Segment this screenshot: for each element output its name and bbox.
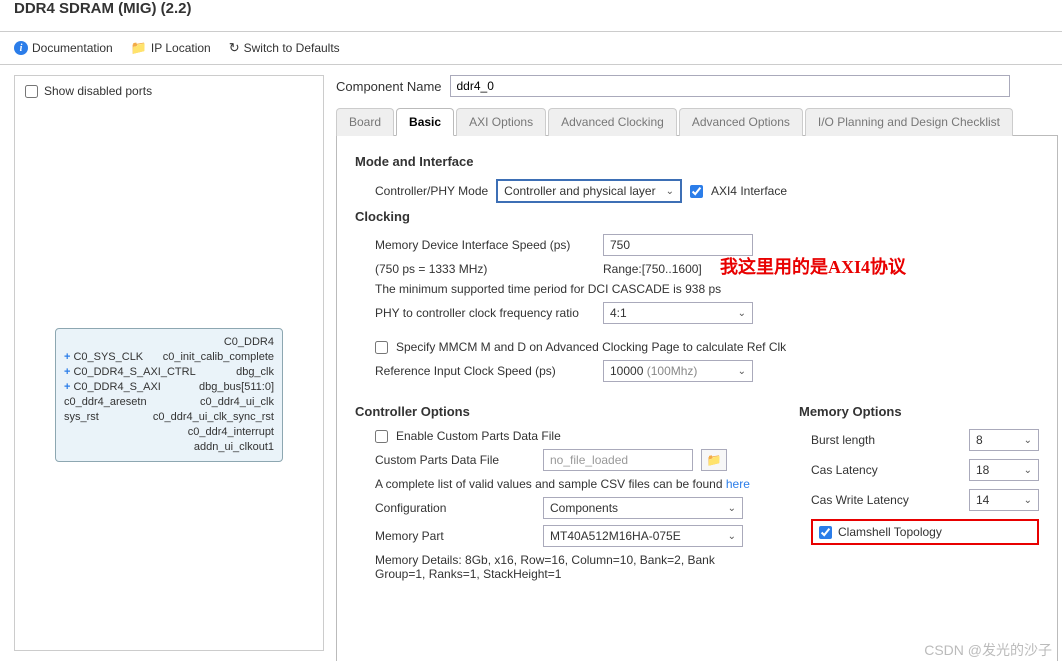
controller-mode-select[interactable]: Controller and physical layer ⌄	[496, 179, 682, 203]
burst-length-label: Burst length	[811, 433, 875, 447]
enable-custom-parts-checkbox[interactable]	[375, 430, 388, 443]
chevron-down-icon: ⌄	[738, 308, 746, 319]
phy-ratio-select[interactable]: 4:1 ⌄	[603, 302, 753, 324]
toolbar-label: Documentation	[32, 41, 113, 55]
port-label: C0_DDR4_S_AXI	[73, 380, 160, 395]
memory-part-select[interactable]: MT40A512M16HA-075E ⌄	[543, 525, 743, 547]
port-label: C0_DDR4_S_AXI_CTRL	[73, 365, 195, 380]
select-value: 4:1	[610, 306, 627, 320]
custom-parts-input[interactable]: no_file_loaded	[543, 449, 693, 471]
folder-icon: 📁	[131, 40, 147, 56]
folder-icon: 📁	[707, 453, 722, 467]
ref-clock-label: Reference Input Clock Speed (ps)	[375, 364, 595, 378]
chevron-down-icon: ⌄	[1024, 495, 1032, 506]
select-value: 8	[976, 433, 983, 447]
port-label: c0_ddr4_ui_clk_sync_rst	[153, 410, 274, 425]
min-period-hint: The minimum supported time period for DC…	[375, 282, 1039, 296]
range-hint: Range:[750..1600]	[603, 262, 702, 276]
documentation-button[interactable]: i Documentation	[14, 41, 113, 55]
ip-location-button[interactable]: 📁 IP Location	[131, 40, 211, 56]
cas-latency-select[interactable]: 18 ⌄	[969, 459, 1039, 481]
annotation-highlight-box: Clamshell Topology	[811, 519, 1039, 545]
phy-ratio-label: PHY to controller clock frequency ratio	[375, 306, 595, 320]
select-value: MT40A512M16HA-075E	[550, 529, 681, 543]
toolbar-label: IP Location	[151, 41, 211, 55]
tabbar: Board Basic AXI Options Advanced Clockin…	[336, 107, 1058, 136]
cas-write-label: Cas Write Latency	[811, 493, 909, 507]
burst-length-select[interactable]: 8 ⌄	[969, 429, 1039, 451]
csv-hint: A complete list of valid values and samp…	[375, 477, 773, 491]
checkbox-label: Show disabled ports	[44, 84, 152, 98]
annotation-text: 我这里用的是AXI4协议	[720, 253, 906, 279]
section-title: Controller Options	[355, 404, 773, 419]
mem-speed-label: Memory Device Interface Speed (ps)	[375, 238, 595, 252]
cas-write-select[interactable]: 14 ⌄	[969, 489, 1039, 511]
memory-details: Memory Details: 8Gb, x16, Row=16, Column…	[375, 553, 755, 581]
page-title: DDR4 SDRAM (MIG) (2.2)	[14, 0, 1052, 25]
tab-axi-options[interactable]: AXI Options	[456, 108, 546, 136]
port-label: c0_ddr4_ui_clk	[200, 395, 274, 410]
select-value: Controller and physical layer	[504, 184, 655, 198]
reload-icon: ↻	[229, 40, 240, 56]
port-label: c0_ddr4_interrupt	[188, 425, 274, 440]
show-disabled-ports-checkbox[interactable]	[25, 85, 38, 98]
basic-panel: Mode and Interface Controller/PHY Mode C…	[336, 136, 1058, 661]
port-label: C0_DDR4	[224, 335, 274, 350]
section-title: Memory Options	[799, 404, 1039, 419]
port-label: sys_rst	[64, 410, 99, 425]
component-name-label: Component Name	[336, 79, 442, 94]
axi4-interface-checkbox[interactable]	[690, 185, 703, 198]
tab-advanced-options[interactable]: Advanced Options	[679, 108, 803, 136]
section-title: Clocking	[355, 209, 1039, 224]
port-label: addn_ui_clkout1	[194, 440, 274, 455]
chevron-down-icon: ⌄	[1024, 465, 1032, 476]
custom-parts-label: Custom Parts Data File	[375, 453, 535, 467]
port-label: C0_SYS_CLK	[73, 350, 143, 365]
cas-latency-label: Cas Latency	[811, 463, 878, 477]
port-label: c0_ddr4_aresetn	[64, 395, 147, 410]
tab-io-planning[interactable]: I/O Planning and Design Checklist	[805, 108, 1013, 136]
chevron-down-icon: ⌄	[666, 186, 674, 197]
clamshell-topology-checkbox[interactable]	[819, 526, 832, 539]
freq-hint: (750 ps = 1333 MHz)	[375, 262, 595, 276]
tab-board[interactable]: Board	[336, 108, 394, 136]
chevron-down-icon: ⌄	[728, 503, 736, 514]
port-label: dbg_bus[511:0]	[199, 380, 274, 395]
chevron-down-icon: ⌄	[728, 531, 736, 542]
ports-panel: Show disabled ports C0_DDR4 + C0_SYS_CLK…	[14, 75, 324, 651]
select-value: 14	[976, 493, 989, 507]
ip-block-diagram: C0_DDR4 + C0_SYS_CLKc0_init_calib_comple…	[55, 328, 283, 462]
port-label: c0_init_calib_complete	[163, 350, 274, 365]
csv-here-link[interactable]: here	[726, 477, 750, 491]
select-value: Components	[550, 501, 618, 515]
port-label: dbg_clk	[236, 365, 274, 380]
configuration-select[interactable]: Components ⌄	[543, 497, 743, 519]
specify-mmcm-checkbox[interactable]	[375, 341, 388, 354]
component-name-input[interactable]	[450, 75, 1010, 97]
switch-defaults-button[interactable]: ↻ Switch to Defaults	[229, 40, 340, 56]
section-title: Mode and Interface	[355, 154, 1039, 169]
chevron-down-icon: ⌄	[1024, 435, 1032, 446]
configuration-label: Configuration	[375, 501, 535, 515]
checkbox-label: AXI4 Interface	[711, 184, 787, 198]
select-value: 18	[976, 463, 989, 477]
info-icon: i	[14, 41, 28, 55]
checkbox-label: Enable Custom Parts Data File	[396, 429, 561, 443]
checkbox-label: Specify MMCM M and D on Advanced Clockin…	[396, 340, 786, 354]
checkbox-label: Clamshell Topology	[838, 525, 942, 539]
select-value: 10000 (100Mhz)	[610, 364, 697, 378]
toolbar-label: Switch to Defaults	[244, 41, 340, 55]
browse-file-button[interactable]: 📁	[701, 449, 727, 471]
tab-basic[interactable]: Basic	[396, 108, 454, 136]
chevron-down-icon: ⌄	[738, 366, 746, 377]
watermark: CSDN @发光的沙子	[924, 640, 1052, 660]
memory-part-label: Memory Part	[375, 529, 535, 543]
toolbar: i Documentation 📁 IP Location ↻ Switch t…	[0, 31, 1062, 65]
ref-clock-select[interactable]: 10000 (100Mhz) ⌄	[603, 360, 753, 382]
controller-mode-label: Controller/PHY Mode	[375, 184, 488, 198]
tab-advanced-clocking[interactable]: Advanced Clocking	[548, 108, 677, 136]
